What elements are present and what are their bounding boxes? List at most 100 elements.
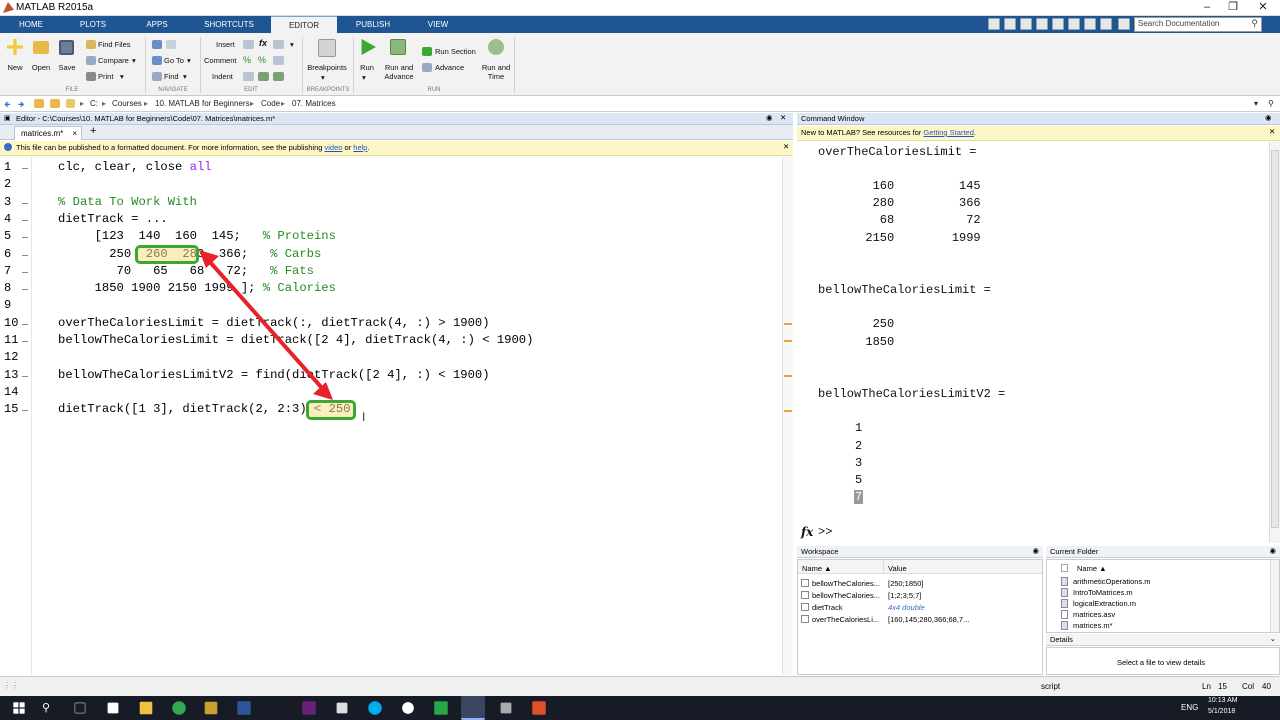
command-window-scrollbar[interactable] xyxy=(1269,142,1280,543)
app-icon[interactable] xyxy=(336,702,348,714)
breakpoint-dash[interactable] xyxy=(22,341,28,342)
breakpoint-dash[interactable] xyxy=(22,271,28,273)
workspace-actions-icon[interactable]: ◉ xyxy=(1032,546,1039,555)
line-number[interactable]: 7 xyxy=(4,264,24,278)
line-number[interactable]: 8 xyxy=(4,281,24,295)
current-folder-list[interactable]: Name ▲ arithmeticOperations.m IntroToMat… xyxy=(1046,559,1280,633)
breakpoint-dash[interactable] xyxy=(22,323,28,325)
skype-icon[interactable] xyxy=(368,701,382,715)
folder-scrollbar[interactable] xyxy=(1270,560,1279,632)
breakpoint-dash[interactable] xyxy=(22,289,28,291)
word-icon[interactable] xyxy=(237,701,251,715)
clock-date[interactable]: 5/1/2018 xyxy=(1208,708,1235,715)
workspace-header-row xyxy=(798,560,1042,574)
details-label: Details xyxy=(1050,635,1073,644)
workspace-var-name[interactable]: dietTrack xyxy=(812,603,843,612)
command-window-info-bar: New to MATLAB? See resources for Getting… xyxy=(797,126,1280,141)
details-chevron-icon[interactable]: ⌄ xyxy=(1270,634,1276,643)
breakpoint-dash[interactable] xyxy=(22,410,28,412)
workspace-var-value: 4x4 double xyxy=(888,603,925,612)
folder-file[interactable]: arithmeticOperations.m xyxy=(1073,577,1151,586)
line-number[interactable]: 9 xyxy=(4,298,24,312)
task-view-icon[interactable] xyxy=(74,702,86,714)
workspace-table[interactable]: Name ▲ Value bellowTheCalories... [250;1… xyxy=(797,559,1043,675)
status-col-label: Col xyxy=(1242,682,1255,691)
breakpoint-dash[interactable] xyxy=(22,168,28,169)
folder-col-name[interactable]: Name ▲ xyxy=(1077,564,1107,573)
workspace-col-value[interactable]: Value xyxy=(888,564,907,573)
line-number[interactable]: 15 xyxy=(4,402,24,416)
camtasia-icon[interactable] xyxy=(434,701,448,715)
command-window-title: Command Window xyxy=(801,114,865,123)
output-var-name: bellowTheCaloriesLimitV2 = xyxy=(818,387,1006,401)
recorder-icon[interactable] xyxy=(532,701,546,715)
matrix-var-icon xyxy=(801,591,809,599)
cw-close-info-icon[interactable]: ✕ xyxy=(1269,127,1275,136)
line-number[interactable]: 6 xyxy=(4,247,24,261)
m-file-icon xyxy=(1061,588,1068,597)
breakpoint-dash[interactable] xyxy=(22,375,28,377)
output-row: 2 xyxy=(855,439,863,453)
breakpoint-dash[interactable] xyxy=(22,237,28,239)
command-window-titlebar: Command Window ◉ xyxy=(797,113,1280,125)
status-line: 15 xyxy=(1218,682,1227,691)
workspace-var-name[interactable]: bellowTheCalories... xyxy=(812,579,880,588)
function-browser-icon[interactable]: fx xyxy=(801,525,813,539)
workspace-var-value: [160,145;280,366;68,7... xyxy=(888,615,970,624)
start-icon[interactable] xyxy=(13,702,25,714)
breakpoint-dash[interactable] xyxy=(22,254,28,256)
app-icon[interactable] xyxy=(402,702,414,714)
folder-file[interactable]: logicalExtraction.m xyxy=(1073,599,1136,608)
breakpoint-dash[interactable] xyxy=(22,202,28,204)
file-explorer-icon[interactable] xyxy=(139,701,153,715)
line-number[interactable]: 13 xyxy=(4,368,24,382)
visual-studio-icon[interactable] xyxy=(302,701,316,715)
select-all-checkbox[interactable] xyxy=(1061,564,1068,572)
folder-file[interactable]: matrices.m* xyxy=(1073,621,1113,630)
windows-taskbar: ⚲ ENG 10:13 AM 5/1/2018 xyxy=(0,696,1280,720)
language-indicator[interactable]: ENG xyxy=(1181,703,1198,712)
breakpoint-dash[interactable] xyxy=(22,219,28,221)
details-header[interactable]: Details ⌄ xyxy=(1046,634,1280,646)
mail-app-icon[interactable] xyxy=(107,702,119,714)
status-mode: script xyxy=(1041,682,1061,691)
output-row: 1850 xyxy=(851,335,895,349)
workspace-col-name[interactable]: Name ▲ xyxy=(802,564,832,573)
matlab-taskbar-icon[interactable] xyxy=(461,696,485,720)
taskbar-search-icon[interactable]: ⚲ xyxy=(42,701,50,714)
line-number[interactable]: 11 xyxy=(4,333,24,347)
col-divider xyxy=(883,560,884,574)
command-window-actions-icon[interactable]: ◉ xyxy=(1265,113,1272,122)
workspace-var-name[interactable]: overTheCaloriesLi... xyxy=(812,615,879,624)
app-icon[interactable] xyxy=(500,702,512,714)
line-number[interactable]: 12 xyxy=(4,350,24,364)
m-file-icon xyxy=(1061,599,1068,608)
output-row: 1 xyxy=(855,421,863,435)
matrix-var-icon xyxy=(801,579,809,587)
line-number[interactable]: 3 xyxy=(4,195,24,209)
workspace-var-name[interactable]: bellowTheCalories... xyxy=(812,591,880,600)
scrollbar-thumb[interactable] xyxy=(1271,150,1279,528)
current-folder-title: Current Folder xyxy=(1050,547,1099,556)
output-row-selected: 7 xyxy=(854,490,864,504)
line-number[interactable]: 14 xyxy=(4,385,24,399)
line-number[interactable]: 2 xyxy=(4,177,24,191)
line-number[interactable]: 5 xyxy=(4,229,24,243)
command-window-output[interactable]: overTheCaloriesLimit = 160 145 280 366 6… xyxy=(797,142,1269,543)
folder-file[interactable]: IntroToMatrices.m xyxy=(1073,588,1133,597)
line-number[interactable]: 4 xyxy=(4,212,24,226)
details-pane: Select a file to view details xyxy=(1046,647,1280,675)
folder-file[interactable]: matrices.asv xyxy=(1073,610,1115,619)
clock-time[interactable]: 10:13 AM xyxy=(1208,697,1238,704)
output-row: 250 xyxy=(851,317,895,331)
line-number[interactable]: 1 xyxy=(4,160,24,174)
workspace-var-value: [250;1850] xyxy=(888,579,924,588)
line-number[interactable]: 10 xyxy=(4,316,24,330)
status-col: 40 xyxy=(1262,682,1271,691)
app-icon[interactable] xyxy=(204,701,218,715)
current-folder-actions-icon[interactable]: ◉ xyxy=(1269,546,1276,555)
status-grip-icon: ⋮⋮ xyxy=(3,681,19,690)
chrome-icon[interactable] xyxy=(172,701,186,715)
getting-started-link[interactable]: Getting Started xyxy=(923,128,973,137)
command-prompt[interactable]: >> xyxy=(818,525,832,539)
